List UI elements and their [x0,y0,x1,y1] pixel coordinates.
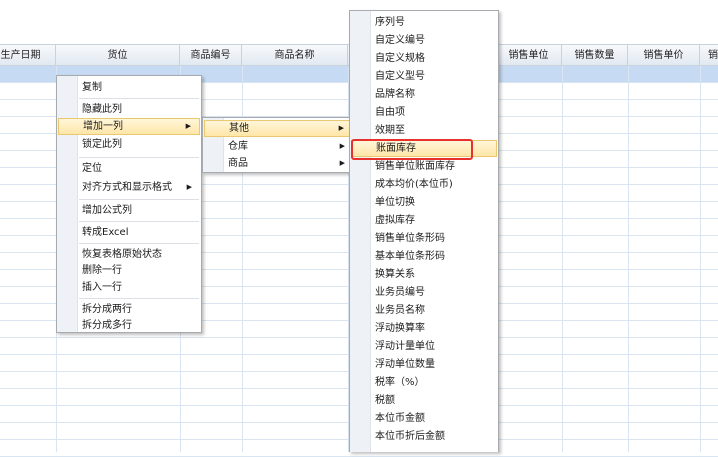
add-column-submenu: 其他 ▶ 仓库 ▶ 商品 ▶ [202,117,355,173]
menu-item-lock-column[interactable]: 锁定此列 [58,136,200,153]
other-field-item[interactable]: 业务员编号 [351,284,497,301]
other-field-item[interactable]: 销售单位条形码 [351,230,497,247]
menu-item-delete-row[interactable]: 删除一行 [58,262,200,279]
column-header-sales-quantity[interactable]: 销售数量 [562,45,628,66]
submenu-arrow-icon: ▶ [186,183,192,191]
other-field-item[interactable]: 税额 [351,392,497,409]
other-field-item[interactable]: 单位切换 [351,194,497,211]
menu-item-split-multi-rows[interactable]: 拆分成多行 [58,317,200,334]
column-header-product-name[interactable]: 商品名称 [242,45,348,66]
other-field-item[interactable]: 自定义规格 [351,50,497,67]
other-field-item[interactable]: 效期至 [351,122,497,139]
menu-item-add-formula-column[interactable]: 增加公式列 [58,202,200,219]
submenu-arrow-icon: ▶ [339,159,345,167]
submenu-arrow-icon: ▶ [338,124,344,132]
other-field-item[interactable]: 自由项 [351,104,497,121]
submenu-item-other-label: 其他 [229,123,249,134]
other-field-item[interactable]: 基本单位条形码 [351,248,497,265]
menu-item-to-excel[interactable]: 转成Excel [58,224,200,241]
other-fields-submenu: 序列号 自定义编号 自定义规格 自定义型号 品牌名称 自由项 效期至 账面库存 销售单位账面库存… [349,10,499,452]
other-field-item[interactable]: 自定义编号 [351,32,497,49]
column-header-production-date[interactable]: 生产日期 [0,45,56,66]
submenu-item-other[interactable]: 其他 ▶ [204,120,353,137]
menu-item-restore-table[interactable]: 恢复表格原始状态 [58,246,200,263]
context-menu: 复制 隐藏此列 增加一列 ▶ 锁定此列 定位 对齐方式和显示格式 ▶ 增加公式列… [56,75,202,333]
other-field-item[interactable]: 浮动计量单位 [351,338,497,355]
submenu-item-product-label: 商品 [228,158,248,169]
other-field-item[interactable]: 本位币金额 [351,410,497,427]
submenu-arrow-icon: ▶ [339,142,345,150]
menu-item-add-column[interactable]: 增加一列 ▶ [58,118,200,135]
menu-item-hide-column[interactable]: 隐藏此列 [58,101,200,118]
other-field-item[interactable]: 业务员名称 [351,302,497,319]
menu-item-insert-row[interactable]: 插入一行 [58,279,200,296]
other-field-item[interactable]: 账面库存 [351,140,497,157]
submenu-item-warehouse[interactable]: 仓库 ▶ [204,138,353,155]
submenu-item-product[interactable]: 商品 ▶ [204,155,353,172]
other-field-item[interactable]: 品牌名称 [351,86,497,103]
column-header-truncated[interactable]: 销 [700,45,718,66]
other-field-item[interactable]: 成本均价(本位币) [351,176,497,193]
other-field-item[interactable]: 浮动单位数量 [351,356,497,373]
other-field-item[interactable]: 自定义型号 [351,68,497,85]
other-field-item[interactable]: 换算关系 [351,266,497,283]
menu-item-locate[interactable]: 定位 [58,160,200,177]
other-field-item[interactable]: 浮动换算率 [351,320,497,337]
menu-item-add-column-label: 增加一列 [83,121,123,132]
menu-item-split-two-rows[interactable]: 拆分成两行 [58,301,200,318]
other-field-item[interactable]: 本位币折后金额 [351,428,497,445]
submenu-item-warehouse-label: 仓库 [228,141,248,152]
submenu-arrow-icon: ▶ [185,122,191,130]
menu-item-copy[interactable]: 复制 [58,79,200,96]
column-header-location[interactable]: 货位 [56,45,180,66]
column-header-sales-price[interactable]: 销售单价 [628,45,700,66]
column-header-sales-unit[interactable]: 销售单位 [496,45,562,66]
other-field-item[interactable]: 销售单位账面库存 [351,158,497,175]
menu-item-alignment-format-label: 对齐方式和显示格式 [82,182,172,193]
other-field-item[interactable]: 虚拟库存 [351,212,497,229]
menu-item-alignment-format[interactable]: 对齐方式和显示格式 ▶ [58,179,200,196]
other-field-item[interactable]: 序列号 [351,14,497,31]
other-field-item[interactable]: 税率（%） [351,374,497,391]
column-header-product-code[interactable]: 商品编号 [180,45,242,66]
